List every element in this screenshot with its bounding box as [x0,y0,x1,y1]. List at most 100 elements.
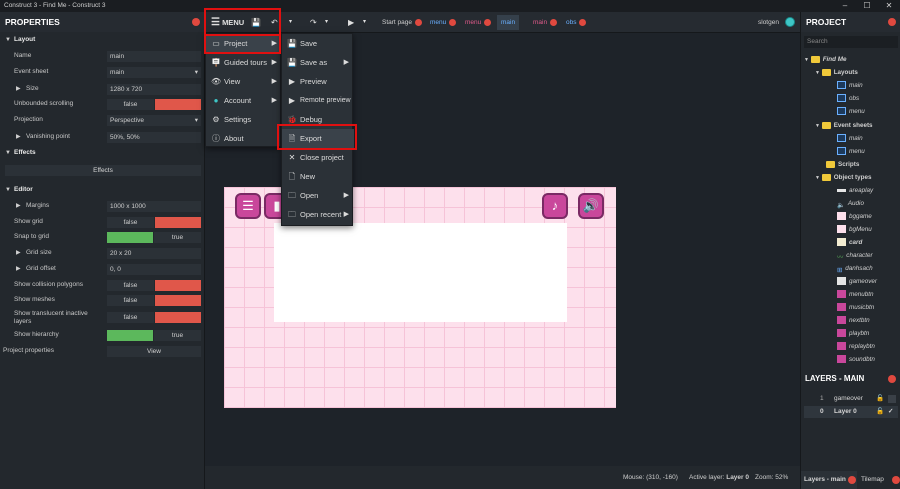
layout-section[interactable]: ▼ Layout [0,33,205,47]
tab-menu-layout[interactable]: menu [426,15,460,30]
user-name[interactable]: slotgen [758,12,779,33]
tree-object[interactable]: soundbtn [837,353,875,366]
menu-item-new[interactable]: 🗋 New [282,167,354,186]
checkmark-icon[interactable]: ✓ [888,406,893,418]
tab-close-icon[interactable] [415,18,422,26]
tree-object[interactable]: playbtn [837,327,869,340]
tab-main-layout[interactable]: main [497,15,520,30]
project-properties-view-button[interactable]: View [107,345,201,357]
name-input[interactable]: main [107,50,201,62]
music-note-icon[interactable]: ♪ [542,193,568,219]
menu-item-view[interactable]: 👁 View ▶ [206,72,282,91]
tree-layout-menu[interactable]: menu [837,105,865,118]
tree-object[interactable]: bgMenu [837,223,872,236]
tab-start-page[interactable]: Start page [378,15,426,30]
tree-event-main[interactable]: main [837,132,863,145]
minimize-icon[interactable]: – [834,0,856,12]
speaker-icon[interactable]: 🔊 [578,193,604,219]
tree-root[interactable]: ▼ Find Me [804,53,847,66]
effects-section[interactable]: ▼ Effects [0,146,205,160]
tab-close-icon[interactable] [550,18,558,26]
tree-object[interactable]: menubtn [837,288,874,301]
tree-layouts-folder[interactable]: ▼ Layouts [815,66,858,79]
expand-icon[interactable]: ▶ [16,246,21,260]
tree-object[interactable]: 〰 character [837,249,873,262]
margins-input[interactable]: 1000 x 1000 [107,200,201,212]
grid-size-input[interactable]: 20 x 20 [107,247,201,259]
tab-tilemap[interactable]: Tilemap [858,471,900,489]
layout-white-panel[interactable] [274,223,567,322]
tree-object-types-folder[interactable]: ▼ Object types [815,171,872,184]
tab-main-events[interactable]: main [529,15,561,30]
project-search-input[interactable]: Search [804,36,898,48]
tab-close-icon[interactable] [449,18,457,26]
collision-toggle[interactable]: false [107,279,201,291]
tree-object[interactable]: card [837,236,862,249]
unbounded-toggle[interactable]: false [107,98,201,110]
show-grid-toggle[interactable]: false [107,216,201,228]
meshes-toggle[interactable]: false [107,294,201,306]
event-sheet-select[interactable]: main ▾ [107,66,201,78]
menu-item-settings[interactable]: ⚙ Settings [206,110,282,129]
menu-item-about[interactable]: ⓘ About [206,129,282,148]
tree-object[interactable]: replaybtn [837,340,875,353]
tab-close-icon[interactable] [848,476,856,484]
effects-button[interactable]: Effects [5,165,201,176]
tab-close-icon[interactable] [892,476,900,484]
expand-icon[interactable]: ▶ [16,82,21,96]
redo-dropdown-icon[interactable]: ▾ [325,12,328,33]
menu-item-guided-tours[interactable]: 🪧 Guided tours ▶ [206,53,282,72]
tree-layout-main[interactable]: main [837,79,863,92]
tree-object[interactable]: bggame [837,210,872,223]
tree-object[interactable]: ⊞ danhsach [837,262,873,275]
grid-offset-input[interactable]: 0, 0 [107,263,201,275]
menu-item-remote-preview[interactable]: ▶ Remote preview [282,91,354,110]
hierarchy-toggle[interactable]: true [107,329,201,341]
snap-toggle[interactable]: true [107,231,201,243]
play-dropdown-icon[interactable]: ▾ [363,12,366,33]
tree-event-menu[interactable]: menu [837,145,865,158]
size-input[interactable]: 1280 x 720 [107,83,201,95]
panel-close-icon[interactable] [888,18,896,26]
vanishing-input[interactable]: 50%, 50% [107,131,201,143]
panel-close-icon[interactable] [888,375,896,383]
panel-close-icon[interactable] [192,18,200,26]
redo-icon[interactable]: ↷ [310,12,317,33]
tree-object[interactable]: 🔈 Audio [837,197,864,210]
tree-object[interactable]: areaplay [837,184,873,197]
tab-close-icon[interactable] [579,18,587,26]
play-icon[interactable]: ▶ [348,12,354,33]
translucent-toggle[interactable]: false [107,312,201,323]
tree-scripts-folder[interactable]: Scripts [826,158,859,171]
projection-select[interactable]: Perspective ▾ [107,114,201,126]
tree-object[interactable]: musicbtn [837,301,874,314]
maximize-icon[interactable]: ☐ [856,0,878,12]
menu-item-close-project[interactable]: ✕ Close project [282,148,354,167]
tab-layers[interactable]: Layers - main [801,471,857,489]
layer-row-selected[interactable]: 0 Layer 0 🔓 ✓ [804,406,898,418]
avatar[interactable] [785,17,795,27]
tab-obs[interactable]: obs [562,15,590,30]
menu-list-icon[interactable]: ☰ [235,193,261,219]
tree-object[interactable]: gameover [837,275,877,288]
expand-icon[interactable]: ▶ [16,262,21,276]
menu-item-account[interactable]: ● Account ▶ [206,91,282,110]
tree-object[interactable]: nextbtn [837,314,870,327]
menu-item-preview[interactable]: ▶ Preview [282,72,354,91]
tab-menu-events[interactable]: menu [461,15,495,30]
lock-icon[interactable]: 🔓 [876,406,884,418]
tab-close-icon[interactable] [484,18,492,26]
close-icon[interactable]: ✕ [878,0,900,12]
expand-icon[interactable]: ▶ [16,130,21,144]
undo-dropdown-icon[interactable]: ▾ [289,12,292,33]
visibility-checkbox[interactable] [888,395,896,403]
editor-section[interactable]: ▼ Editor [0,183,205,197]
tree-event-sheets-folder[interactable]: ▼ Event sheets [815,119,873,132]
menu-item-open-recent[interactable]: 🗀 Open recent ▶ [282,205,354,224]
expand-icon[interactable]: ▶ [16,199,21,213]
tree-layout-obs[interactable]: obs [837,92,859,105]
menu-item-save-as[interactable]: 💾 Save as ▶ [282,53,354,72]
layer-row[interactable]: 1 gameover 🔓 [804,393,898,405]
menu-item-open[interactable]: 🗀 Open ▶ [282,186,354,205]
lock-icon[interactable]: 🔓 [876,393,884,405]
